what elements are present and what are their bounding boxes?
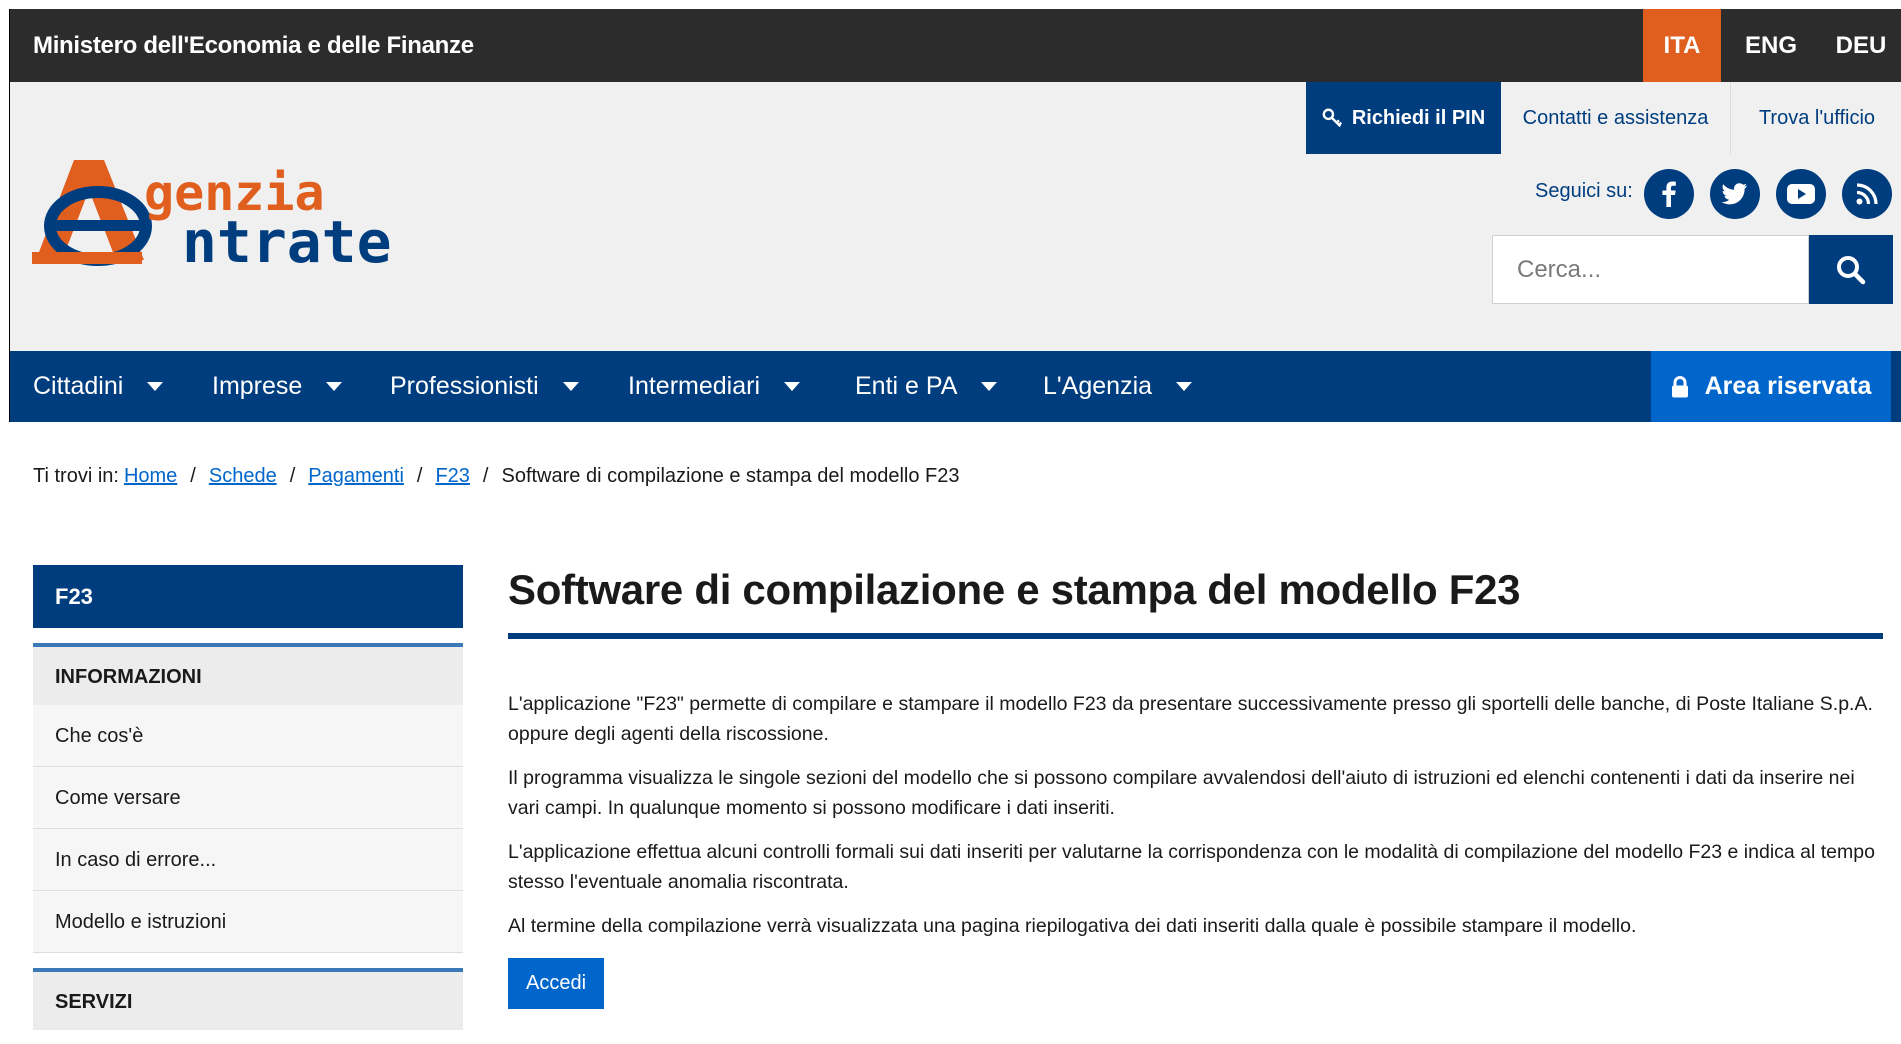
sidebar-heading[interactable]: F23 <box>33 565 463 628</box>
nav-enti-pa[interactable]: Enti e PA <box>855 351 998 422</box>
content-paragraph: L'applicazione effettua alcuni controlli… <box>508 841 1875 893</box>
request-pin-button[interactable]: Richiedi il PIN <box>1306 82 1501 154</box>
nav-professionisti[interactable]: Professionisti <box>390 351 579 422</box>
search-input[interactable] <box>1492 235 1809 304</box>
main-content: Software di compilazione e stampa del mo… <box>508 565 1891 1009</box>
main-navigation: Cittadini Imprese Professionisti Interme… <box>9 351 1901 422</box>
breadcrumb-pagamenti[interactable]: Pagamenti <box>308 465 404 488</box>
breadcrumb-separator: / <box>289 465 296 487</box>
nav-label: Cittadini <box>33 372 124 400</box>
sidebar-item-come-versare[interactable]: Come versare <box>33 767 463 829</box>
search-icon <box>1837 255 1866 284</box>
caret-down-icon <box>1176 382 1193 391</box>
sidebar-item-modello-istruzioni[interactable]: Modello e istruzioni <box>33 891 463 953</box>
breadcrumb-f23[interactable]: F23 <box>435 465 469 488</box>
title-divider <box>508 633 1883 639</box>
ministry-link[interactable]: Ministero dell'Economia e delle Finanze <box>33 32 474 60</box>
lang-eng[interactable]: ENG <box>1732 9 1810 82</box>
request-pin-label: Richiedi il PIN <box>1351 106 1486 129</box>
site-header: genzia ntrate Richiedi il PIN Contatti e… <box>9 82 1901 351</box>
breadcrumb-home[interactable]: Home <box>124 465 177 488</box>
content-paragraph: Al termine della compilazione verrà visu… <box>508 915 1637 937</box>
sidebar-item-in-caso-di-errore[interactable]: In caso di errore... <box>33 829 463 891</box>
ministry-bar: Ministero dell'Economia e delle Finanze … <box>9 9 1901 82</box>
breadcrumb-prefix: Ti trovi in: <box>33 465 119 487</box>
breadcrumb-separator: / <box>482 465 489 487</box>
twitter-icon[interactable] <box>1710 169 1760 219</box>
nav-label: Enti e PA <box>855 372 958 400</box>
nav-cittadini[interactable]: Cittadini <box>33 351 164 422</box>
breadcrumb-separator: / <box>190 465 196 487</box>
caret-down-icon <box>981 382 998 391</box>
page-title: Software di compilazione e stampa del mo… <box>508 566 1521 613</box>
nav-label: Imprese <box>212 372 303 400</box>
reserved-area-label: Area riservata <box>1704 372 1872 400</box>
accedi-button[interactable]: Accedi <box>508 958 605 1009</box>
breadcrumb: Ti trovi in: Home / Schede / Pagamenti /… <box>33 465 960 488</box>
content-paragraph: Il programma visualizza le singole sezio… <box>508 767 1855 819</box>
lock-icon <box>1671 375 1688 397</box>
follow-label: Seguici su: <box>1535 180 1633 202</box>
nav-imprese[interactable]: Imprese <box>212 351 343 422</box>
facebook-icon[interactable] <box>1644 169 1694 219</box>
caret-down-icon <box>326 382 343 391</box>
nav-intermediari[interactable]: Intermediari <box>628 351 800 422</box>
lang-deu[interactable]: DEU <box>1820 9 1901 82</box>
caret-down-icon <box>147 382 164 391</box>
page: Ministero dell'Economia e delle Finanze … <box>0 0 1901 1044</box>
sidebar-item-che-cose[interactable]: Che cos'è <box>33 705 463 767</box>
find-office-link[interactable]: Trova l'ufficio <box>1732 82 1901 154</box>
nav-label: Intermediari <box>628 372 760 400</box>
contacts-link[interactable]: Contatti e assistenza <box>1501 82 1731 154</box>
nav-agenzia[interactable]: L'Agenzia <box>1043 351 1193 422</box>
sidebar-section-informazioni: INFORMAZIONI <box>33 643 463 705</box>
lang-ita[interactable]: ITA <box>1643 9 1721 82</box>
key-icon <box>1322 108 1342 128</box>
breadcrumb-current: Software di compilazione e stampa del mo… <box>501 465 960 487</box>
agenzia-entrate-logo[interactable]: genzia ntrate <box>32 150 422 280</box>
caret-down-icon <box>562 382 579 391</box>
rss-icon[interactable] <box>1842 169 1892 219</box>
nav-label: L'Agenzia <box>1043 372 1153 400</box>
logo-line2: ntrate <box>182 208 392 276</box>
youtube-icon[interactable] <box>1776 169 1826 219</box>
reserved-area-button[interactable]: Area riservata <box>1651 351 1891 422</box>
breadcrumb-separator: / <box>416 465 423 487</box>
content-paragraph: L'applicazione "F23" permette di compila… <box>508 693 1873 745</box>
sidebar: F23 INFORMAZIONI Che cos'è Come versare … <box>33 565 463 1030</box>
sidebar-section-servizi: SERVIZI <box>33 968 463 1030</box>
caret-down-icon <box>784 382 800 391</box>
nav-label: Professionisti <box>390 372 539 400</box>
search-button[interactable] <box>1809 235 1893 304</box>
breadcrumb-schede[interactable]: Schede <box>209 465 277 488</box>
